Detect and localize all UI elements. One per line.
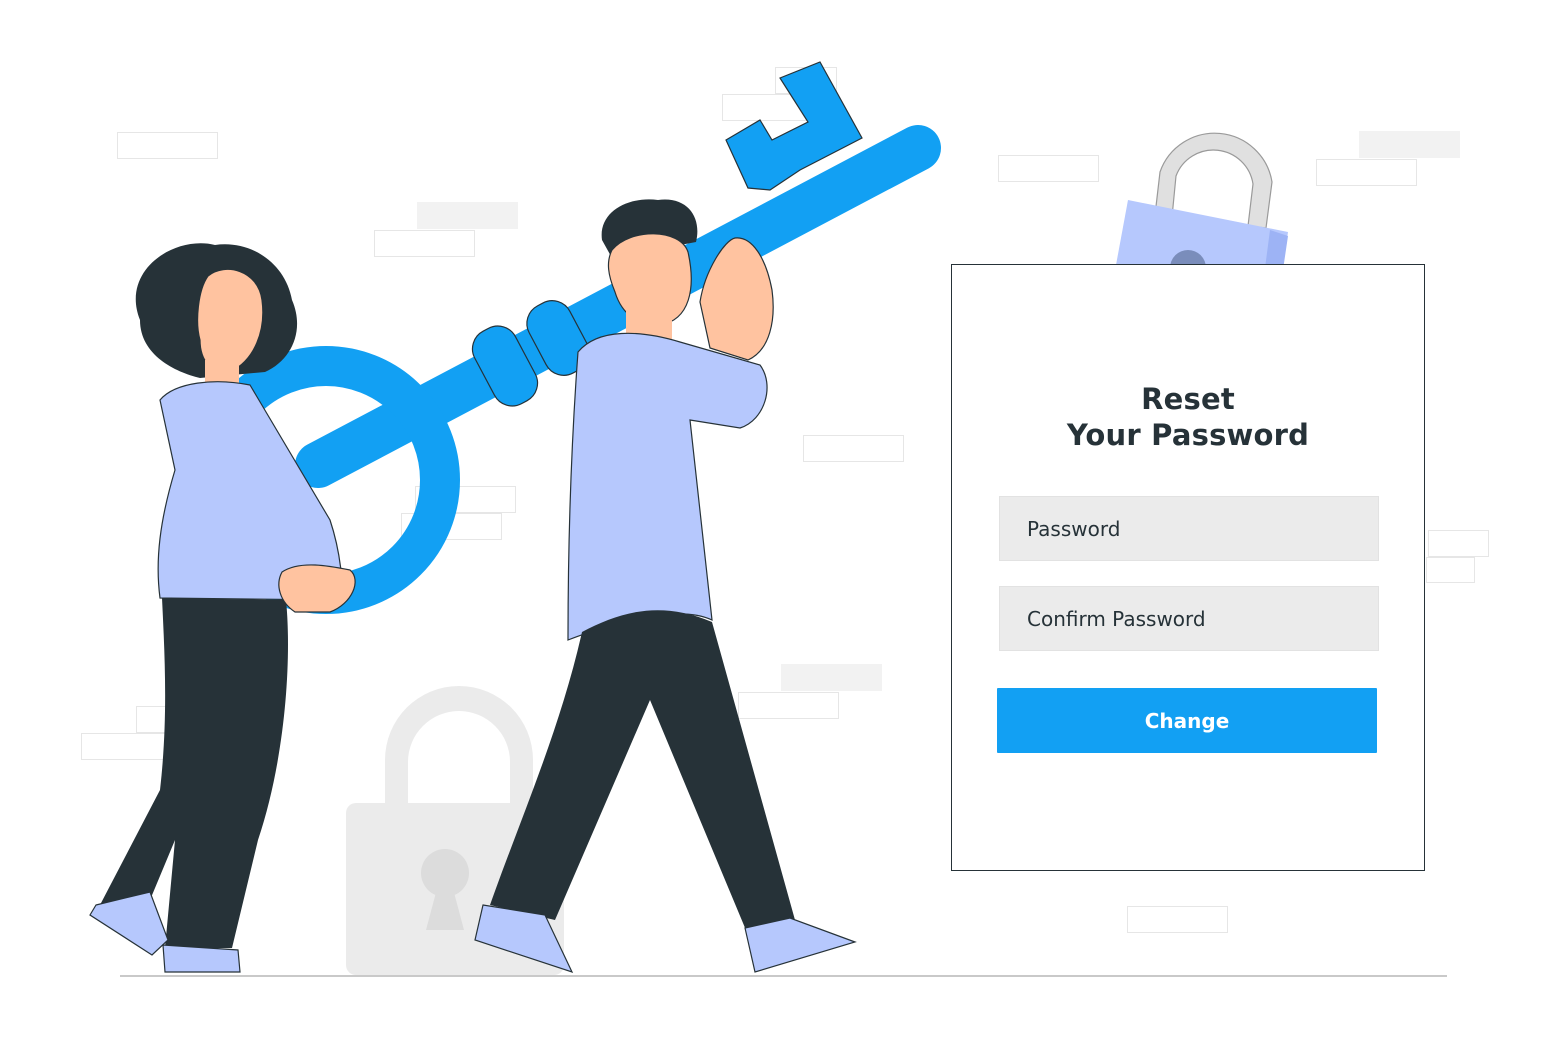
- change-button[interactable]: Change: [997, 688, 1377, 753]
- reset-password-card: Reset Your Password Password Confirm Pas…: [951, 264, 1425, 871]
- page-title: Reset: [1141, 382, 1235, 416]
- confirm-password-field[interactable]: Confirm Password: [999, 586, 1379, 651]
- password-field[interactable]: Password: [999, 496, 1379, 561]
- page-title-line2: Your Password: [1066, 418, 1310, 452]
